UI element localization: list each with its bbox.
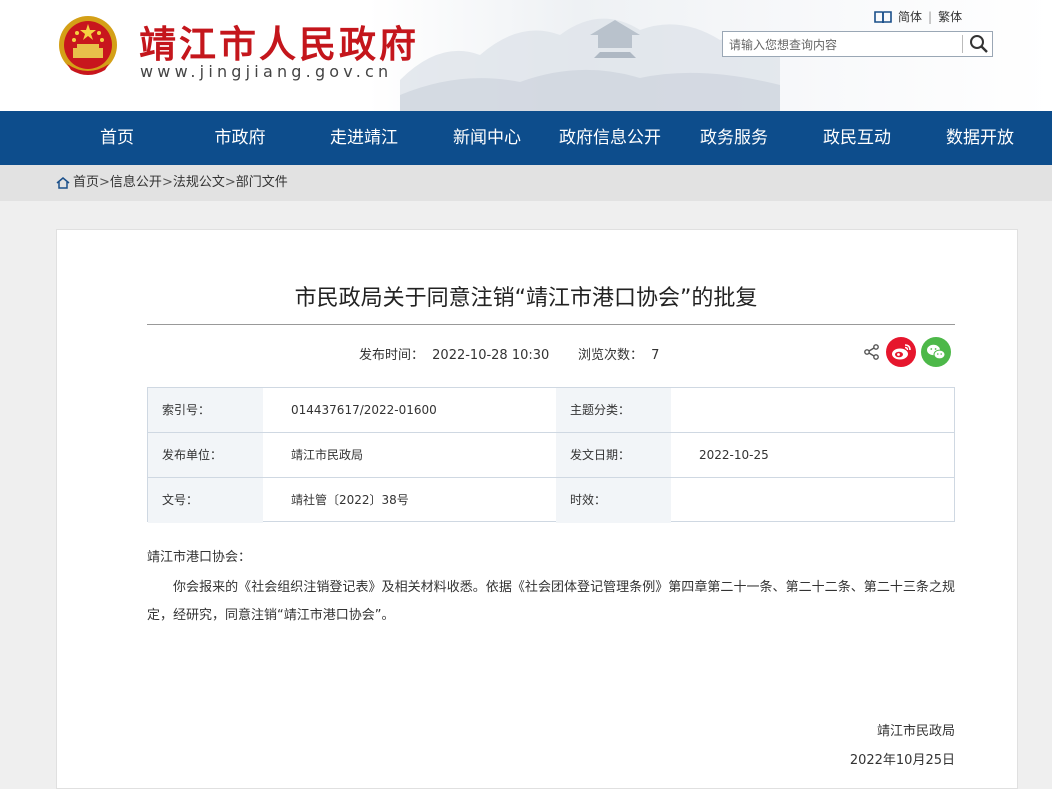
issuer-value: 靖江市民政局 [291, 448, 364, 462]
breadcrumb-home[interactable]: 首页 [73, 165, 99, 201]
site-title: 靖江市人民政府 [139, 22, 419, 66]
home-icon [56, 177, 70, 189]
nav-item-about-jingjiang[interactable]: 走进靖江 [304, 111, 424, 165]
breadcrumb: 首页 > 信息公开 > 法规公文 > 部门文件 [56, 165, 288, 201]
title-divider [147, 324, 955, 325]
signature-org: 靖江市民政局 [876, 724, 955, 739]
weibo-share-button[interactable] [886, 337, 916, 367]
letter-greeting: 靖江市港口协会： [147, 550, 252, 565]
breadcrumb-regulations[interactable]: 法规公文 [173, 165, 225, 201]
search-box [722, 31, 993, 57]
nav-item-gov-services[interactable]: 政务服务 [674, 111, 794, 165]
national-emblem-logo [59, 16, 117, 75]
search-icon[interactable] [967, 33, 991, 55]
letter-paragraph: 你会报来的《社会组织注销登记表》及相关材料收悉。依据《社会团体登记管理条例》第四… [147, 580, 955, 623]
breadcrumb-info-public[interactable]: 信息公开 [110, 165, 162, 201]
wechat-share-button[interactable] [921, 337, 951, 367]
main-nav: 首页 市政府 走进靖江 新闻中心 政府信息公开 政务服务 政民互动 数据开放 [0, 111, 1052, 165]
info-row: 索引号： 014437617/2022-01600 主题分类： [148, 388, 954, 433]
issuer-label: 发布单位： [148, 433, 263, 478]
nav-item-interaction[interactable]: 政民互动 [797, 111, 917, 165]
lang-separator: | [928, 9, 933, 24]
publish-time-value: 2022-10-28 10:30 [432, 348, 550, 363]
book-icon [874, 10, 892, 23]
breadcrumb-bar: 首页 > 信息公开 > 法规公文 > 部门文件 [0, 165, 1052, 201]
validity-value [671, 478, 954, 523]
info-row: 发布单位： 靖江市民政局 发文日期： 2022-10-25 [148, 433, 954, 478]
index-value: 014437617/2022-01600 [291, 403, 437, 417]
topic-value [671, 388, 954, 433]
site-domain: www.jingjiang.gov.cn [140, 62, 393, 81]
search-input[interactable] [727, 34, 961, 56]
publish-time-label: 发布时间： [359, 348, 425, 363]
nav-item-gov-info[interactable]: 政府信息公开 [550, 111, 670, 165]
validity-label: 时效： [556, 478, 671, 523]
date-label: 发文日期： [556, 433, 671, 478]
view-count-value: 7 [651, 348, 660, 363]
breadcrumb-separator: > [161, 175, 173, 190]
wechat-icon [927, 344, 946, 360]
article-title: 市民政局关于同意注销“靖江市港口协会”的批复 [294, 286, 758, 311]
lang-traditional-link[interactable]: 繁体 [938, 8, 962, 25]
nav-item-city-gov[interactable]: 市政府 [180, 111, 300, 165]
search-divider [962, 35, 963, 53]
view-count-label: 浏览次数： [578, 348, 644, 363]
lang-simplified-link[interactable]: 简体 [898, 8, 922, 25]
view-count: 浏览次数： 7 [578, 344, 659, 363]
info-row: 文号： 靖社管〔2022〕38号 时效： [148, 478, 954, 523]
signature-date: 2022年10月25日 [849, 753, 955, 768]
publish-time: 发布时间： 2022-10-28 10:30 [359, 344, 549, 363]
weibo-icon [892, 344, 911, 360]
breadcrumb-dept-docs[interactable]: 部门文件 [236, 165, 288, 201]
language-switcher: 简体 | 繁体 [874, 8, 962, 25]
docno-value: 靖社管〔2022〕38号 [291, 493, 409, 507]
site-header: 靖江市人民政府 www.jingjiang.gov.cn 简体 | 繁体 [0, 0, 1052, 111]
date-value: 2022-10-25 [699, 448, 769, 462]
docno-label: 文号： [148, 478, 263, 523]
topic-label: 主题分类： [556, 388, 671, 433]
nav-item-home[interactable]: 首页 [57, 111, 177, 165]
nav-item-open-data[interactable]: 数据开放 [920, 111, 1040, 165]
breadcrumb-separator: > [99, 175, 110, 190]
share-icon[interactable] [863, 343, 881, 361]
document-info-table: 索引号： 014437617/2022-01600 主题分类： 发布单位： 靖江… [147, 387, 955, 523]
nav-item-news-center[interactable]: 新闻中心 [427, 111, 547, 165]
breadcrumb-separator: > [224, 175, 236, 190]
index-label: 索引号： [148, 388, 263, 433]
